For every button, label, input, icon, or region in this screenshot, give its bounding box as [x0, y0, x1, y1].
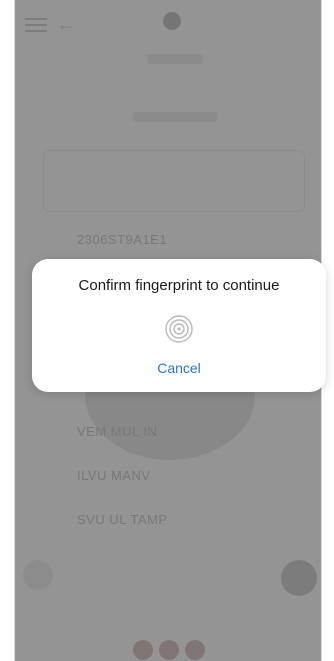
fingerprint-icon — [165, 315, 193, 343]
dialog-title: Confirm fingerprint to continue — [78, 277, 280, 294]
fingerprint-dialog: Confirm fingerprint to continue Cancel — [32, 259, 326, 392]
cancel-button[interactable]: Cancel — [129, 355, 229, 381]
